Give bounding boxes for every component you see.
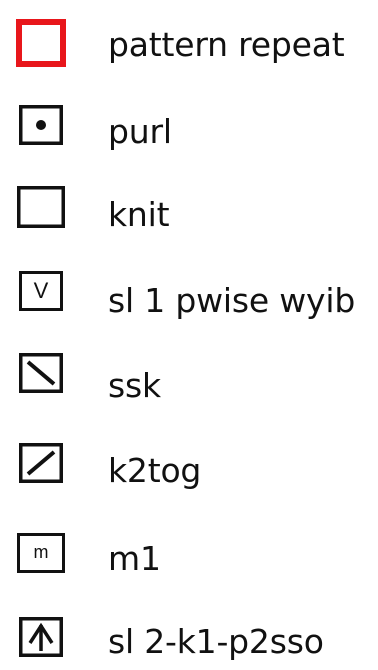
legend-label-sl-2-k1-p2sso: sl 2-k1-p2sso [108, 622, 324, 661]
legend-label-sl-1-pwise-wyib: sl 1 pwise wyib [108, 281, 356, 320]
legend-item-knit: knit [0, 180, 378, 240]
arrow-up-box-icon [14, 610, 68, 664]
backslash-box-icon [14, 346, 68, 400]
svg-text:m: m [34, 542, 49, 562]
legend-label-knit: knit [108, 195, 170, 234]
legend-item-purl: purl [0, 98, 378, 158]
legend-label-ssk: ssk [108, 366, 161, 405]
chart-key-legend: pattern repeat purl knit V sl 1 pwise wy… [0, 0, 378, 664]
empty-box-icon [14, 180, 68, 234]
svg-text:V: V [34, 278, 49, 303]
legend-item-m1: m m1 [0, 526, 378, 586]
v-box-icon: V [14, 264, 68, 318]
dot-box-icon [14, 98, 68, 152]
legend-item-sl-2-k1-p2sso: sl 2-k1-p2sso [0, 610, 378, 670]
slash-box-icon [14, 436, 68, 490]
legend-item-k2tog: k2tog [0, 436, 378, 496]
legend-item-pattern-repeat: pattern repeat [0, 14, 378, 74]
legend-item-ssk: ssk [0, 344, 378, 405]
legend-item-sl-1-pwise-wyib: V sl 1 pwise wyib [0, 262, 378, 322]
pattern-repeat-box-icon [14, 16, 68, 70]
legend-label-k2tog: k2tog [108, 451, 202, 490]
m-box-icon: m [14, 526, 68, 580]
legend-label-pattern-repeat: pattern repeat [108, 25, 345, 64]
legend-label-m1: m1 [108, 539, 161, 578]
legend-label-purl: purl [108, 112, 172, 151]
